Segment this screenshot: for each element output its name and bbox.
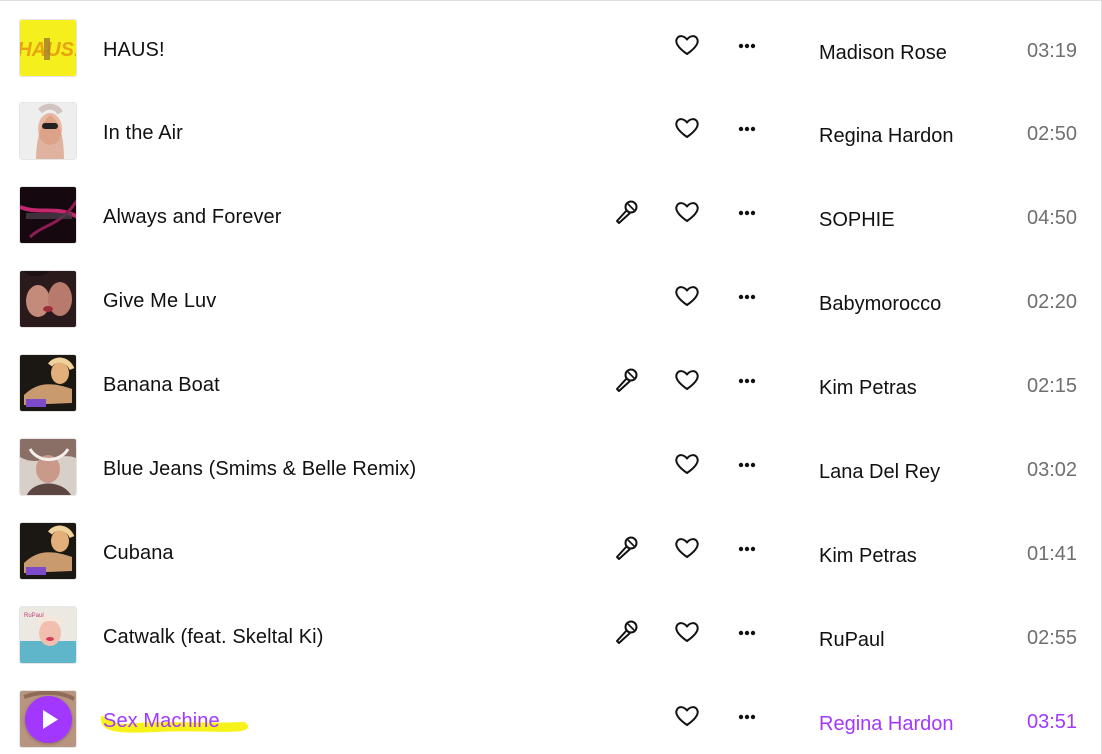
track-row[interactable]: Cubana Kim Petras 01:41 [0, 508, 1102, 592]
track-row[interactable]: Blue Jeans (Smims & Belle Remix) Lana De… [0, 424, 1102, 508]
track-title[interactable]: Always and Forever [103, 205, 282, 229]
more-options-icon[interactable] [733, 617, 763, 647]
more-options-icon[interactable] [733, 701, 763, 731]
heart-icon[interactable] [672, 617, 702, 647]
track-row[interactable]: HAUS! HAUS! Madison Rose 03:19 [0, 5, 1102, 89]
track-artist[interactable]: RuPaul [819, 628, 885, 652]
album-cover[interactable]: HAUS! [19, 19, 77, 77]
album-cover[interactable]: RuPaul [19, 606, 77, 664]
track-row[interactable]: Always and Forever SOPHIE 04:50 [0, 172, 1102, 256]
track-duration: 02:55 [1027, 627, 1078, 649]
album-cover[interactable] [19, 354, 77, 412]
more-options-icon[interactable] [733, 113, 763, 143]
heart-icon[interactable] [672, 30, 702, 60]
track-duration: 02:20 [1027, 291, 1078, 313]
track-duration: 04:50 [1027, 207, 1078, 229]
track-artist[interactable]: Madison Rose [819, 41, 947, 65]
track-artist[interactable]: Regina Hardon [819, 124, 954, 148]
microphone-icon[interactable] [612, 197, 642, 227]
album-cover[interactable] [19, 186, 77, 244]
album-cover[interactable] [19, 102, 77, 160]
track-title[interactable]: Cubana [103, 541, 174, 565]
track-title[interactable]: Give Me Luv [103, 289, 216, 313]
track-artist[interactable]: Kim Petras [819, 544, 917, 568]
track-title[interactable]: Blue Jeans (Smims & Belle Remix) [103, 457, 416, 481]
more-options-icon[interactable] [733, 30, 763, 60]
highlighted-title: Sex Machine [95, 702, 251, 742]
microphone-icon[interactable] [612, 365, 642, 395]
track-duration: 02:50 [1027, 123, 1078, 145]
more-options-icon[interactable] [733, 449, 763, 479]
track-list: HAUS! HAUS! Madison Rose 03:19 In the Ai… [0, 0, 1102, 754]
track-row[interactable]: RuPaul Catwalk (feat. Skeltal Ki) RuPaul… [0, 592, 1102, 676]
track-artist[interactable]: Kim Petras [819, 376, 917, 400]
play-icon [43, 710, 58, 729]
track-duration: 03:51 [1027, 711, 1078, 733]
heart-icon[interactable] [672, 365, 702, 395]
heart-icon[interactable] [672, 533, 702, 563]
more-options-icon[interactable] [733, 281, 763, 311]
play-button[interactable] [25, 696, 72, 743]
track-row[interactable]: Banana Boat Kim Petras 02:15 [0, 340, 1102, 424]
more-options-icon[interactable] [733, 533, 763, 563]
track-title[interactable]: Catwalk (feat. Skeltal Ki) [103, 625, 323, 649]
track-duration: 02:15 [1027, 375, 1078, 397]
track-duration: 03:02 [1027, 459, 1078, 481]
heart-icon[interactable] [672, 197, 702, 227]
heart-icon[interactable] [672, 113, 702, 143]
track-artist[interactable]: Lana Del Rey [819, 460, 940, 484]
album-cover[interactable] [19, 690, 77, 748]
svg-text:RuPaul: RuPaul [24, 613, 44, 619]
heart-icon[interactable] [672, 281, 702, 311]
album-cover[interactable] [19, 270, 77, 328]
microphone-icon[interactable] [612, 617, 642, 647]
more-options-icon[interactable] [733, 197, 763, 227]
track-duration: 03:19 [1027, 40, 1078, 62]
track-row-current[interactable]: Sex Machine Regina Hardon 03:51 [0, 676, 1102, 754]
track-title[interactable]: HAUS! [103, 38, 165, 62]
album-cover[interactable] [19, 522, 77, 580]
track-title[interactable]: In the Air [103, 121, 183, 145]
track-row[interactable]: Give Me Luv Babymorocco 02:20 [0, 256, 1102, 340]
microphone-icon[interactable] [612, 533, 642, 563]
track-title[interactable]: Banana Boat [103, 373, 220, 397]
track-duration: 01:41 [1027, 543, 1078, 565]
track-artist[interactable]: Regina Hardon [819, 712, 954, 736]
heart-icon[interactable] [672, 449, 702, 479]
track-title[interactable]: Sex Machine [103, 709, 220, 733]
track-artist[interactable]: SOPHIE [819, 208, 895, 232]
track-artist[interactable]: Babymorocco [819, 292, 941, 316]
more-options-icon[interactable] [733, 365, 763, 395]
album-cover[interactable] [19, 438, 77, 496]
track-row[interactable]: In the Air Regina Hardon 02:50 [0, 88, 1102, 172]
heart-icon[interactable] [672, 701, 702, 731]
